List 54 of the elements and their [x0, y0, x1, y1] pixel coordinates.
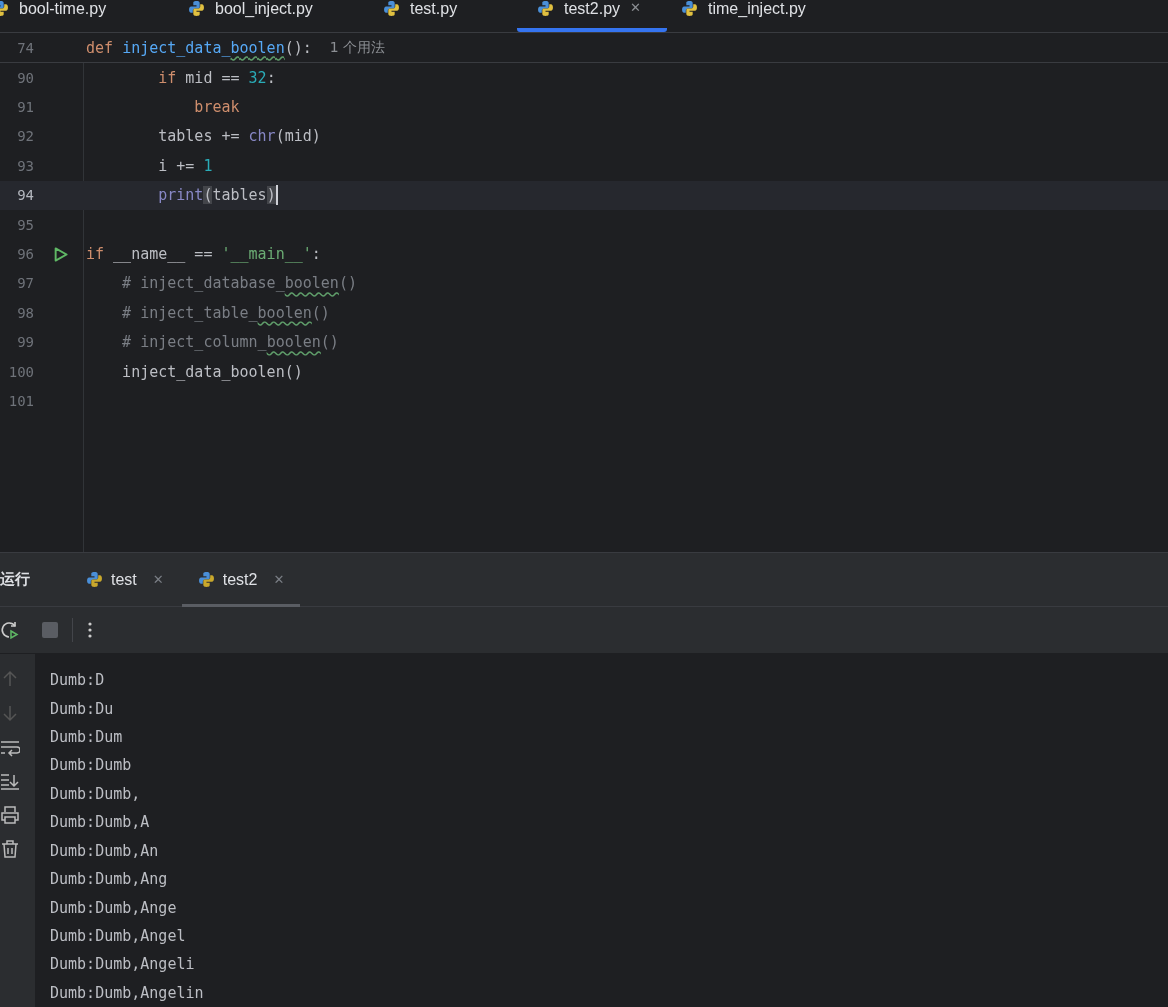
close-icon[interactable]: ✕	[630, 0, 641, 15]
console-output-line: Dumb:Dumb,	[50, 783, 142, 805]
console-output-line: Dumb:Dumb,Angelin	[50, 982, 204, 1004]
line-number: 93	[16, 157, 34, 174]
console-output-line: Dumb:Dumb	[50, 755, 133, 777]
line-number: 90	[16, 69, 34, 86]
console-output-line: Dumb:Dumb,Angeli	[50, 954, 196, 976]
code-line: # inject_column_boolen()	[121, 333, 339, 352]
line-number: 94	[16, 187, 34, 204]
code-line: if mid == 32:	[157, 68, 276, 87]
editor-tab[interactable]: time_inject.py	[681, 0, 818, 32]
console-output-line: Dumb:Dumb,Angel	[50, 926, 187, 947]
console-output-line: Dumb:Dumb,Ang	[50, 869, 169, 891]
code-line: inject_data_boolen()	[121, 362, 303, 381]
python-file-icon	[188, 0, 205, 17]
code-line: i += 1	[157, 156, 213, 175]
python-icon	[197, 571, 215, 588]
console-output-line: Dumb:Dumb,An	[50, 840, 160, 862]
code-line: # inject_table_boolen()	[121, 303, 330, 322]
python-file-icon	[383, 0, 400, 17]
console-output-line: Dumb:Du	[50, 698, 115, 720]
line-number: 92	[16, 128, 34, 145]
line-number: 98	[16, 304, 34, 321]
panel-title: 运行	[0, 570, 31, 589]
rerun-icon[interactable]	[0, 620, 20, 640]
editor-tab[interactable]: bool-time.py	[0, 0, 188, 32]
console-output-line: Dumb:Dum	[50, 727, 124, 749]
python-file-icon	[537, 0, 554, 17]
code-line: # inject_database_boolen()	[121, 274, 357, 293]
code-line: break	[193, 98, 240, 117]
code-line: def inject_data_boolen():	[86, 38, 312, 57]
console-output-line: Dumb:Dumb,Ange	[50, 897, 178, 919]
more-icon[interactable]	[87, 620, 93, 640]
scroll-to-end-icon[interactable]	[0, 771, 20, 791]
line-number: 74	[16, 39, 34, 56]
console-output-line: Dumb:D	[50, 670, 106, 692]
code-line: tables += chr(mid)	[157, 127, 321, 146]
line-number: 100	[7, 363, 34, 380]
code-line: print(tables)	[157, 185, 278, 206]
usages-hint[interactable]: 1 个用法	[329, 38, 386, 57]
line-number: 101	[7, 393, 34, 409]
line-number: 96	[16, 246, 34, 263]
line-number: 91	[16, 99, 34, 116]
trash-icon[interactable]	[0, 839, 20, 859]
line-number: 95	[16, 216, 34, 233]
python-file-icon	[681, 0, 698, 17]
editor-tab[interactable]: bool_inject.py	[188, 0, 383, 32]
run-tab[interactable]: test ✕	[70, 552, 180, 607]
console-output-line: Dumb:Dumb,A	[50, 812, 151, 834]
print-icon[interactable]	[0, 805, 20, 825]
line-number: 99	[16, 334, 34, 351]
python-icon	[86, 571, 103, 588]
code-line: if __name__ == '__main__':	[86, 245, 321, 264]
line-number: 97	[16, 275, 34, 292]
